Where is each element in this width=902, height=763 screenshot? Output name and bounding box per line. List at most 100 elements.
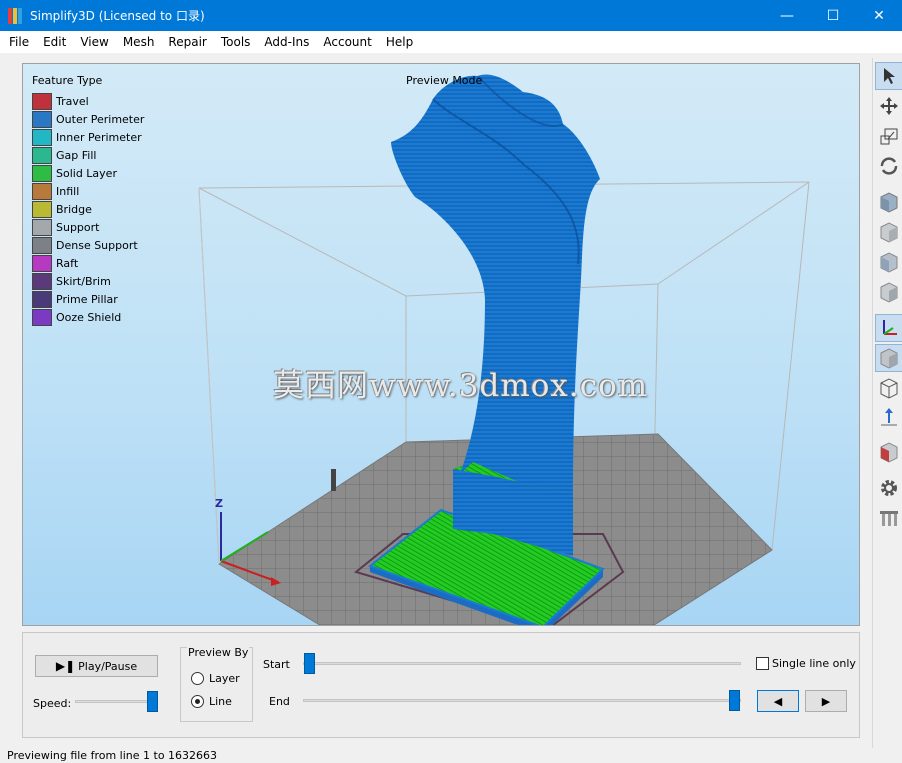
preview-by-layer-radio[interactable]	[191, 672, 204, 685]
legend-item: Infill	[32, 182, 144, 200]
legend-swatch	[32, 290, 52, 308]
legend-label: Prime Pillar	[56, 292, 118, 306]
select-tool-icon[interactable]	[875, 62, 902, 90]
feature-type-legend: Feature Type Travel Outer Perimeter Inner …	[32, 74, 144, 326]
legend-swatch	[32, 92, 52, 110]
menu-repair[interactable]: Repair	[161, 31, 213, 53]
legend-label: Raft	[56, 256, 79, 270]
legend-swatch	[32, 128, 52, 146]
preview-mode-label: Preview Mode	[406, 74, 483, 87]
3d-preview-viewport[interactable]: Z Feature Type Travel Outer Perimeter Inne…	[22, 63, 860, 626]
preview-by-line-label: Line	[209, 695, 232, 708]
status-bar: Previewing file from line 1 to 1632663	[7, 749, 218, 762]
axis-toggle-icon[interactable]	[875, 314, 902, 342]
legend-label: Solid Layer	[56, 166, 117, 180]
play-pause-icon: ▶❚	[55, 659, 76, 673]
legend-swatch	[32, 182, 52, 200]
menu-view[interactable]: View	[73, 31, 115, 53]
legend-item: Prime Pillar	[32, 290, 144, 308]
legend-swatch	[32, 218, 52, 236]
single-line-only-label: Single line only	[772, 657, 856, 670]
speed-slider-thumb[interactable]	[147, 691, 158, 712]
view-back-cube-icon[interactable]	[875, 218, 902, 246]
support-pillars-icon[interactable]	[875, 504, 902, 532]
end-slider-track[interactable]	[303, 699, 741, 702]
legend-swatch	[32, 146, 52, 164]
menu-mesh[interactable]: Mesh	[116, 31, 162, 53]
legend-label: Skirt/Brim	[56, 274, 111, 288]
next-arrow-icon: ▶	[821, 694, 831, 708]
play-pause-label: Play/Pause	[78, 659, 138, 673]
legend-item: Ooze Shield	[32, 308, 144, 326]
legend-swatch	[32, 110, 52, 128]
legend-item: Outer Perimeter	[32, 110, 144, 128]
legend-label: Ooze Shield	[56, 310, 122, 324]
wireframe-cube-icon[interactable]	[875, 374, 902, 402]
preview-by-title: Preview By	[187, 646, 250, 659]
legend-label: Gap Fill	[56, 148, 97, 162]
speed-label: Speed:	[33, 697, 72, 710]
simplify3d-logo-icon	[8, 7, 24, 24]
legend-label: Travel	[56, 94, 89, 108]
legend-item: Support	[32, 218, 144, 236]
watermark: 莫西网www.3dmox.com	[273, 368, 649, 404]
title-bar: Simplify3D (Licensed to 口录) — ☐ ✕	[0, 0, 902, 31]
view-left-cube-icon[interactable]	[875, 248, 902, 276]
prime-marker	[331, 469, 336, 491]
rotate-tool-icon[interactable]	[875, 152, 902, 180]
maximize-button[interactable]: ☐	[810, 0, 856, 31]
legend-swatch	[32, 254, 52, 272]
view-front-cube-icon[interactable]	[875, 188, 902, 216]
view-right-cube-icon[interactable]	[875, 278, 902, 306]
window-title: Simplify3D (Licensed to 口录)	[30, 9, 205, 23]
start-slider-track[interactable]	[303, 662, 741, 665]
scale-tool-icon[interactable]	[875, 122, 902, 150]
end-slider-thumb[interactable]	[729, 690, 740, 711]
start-label: Start	[263, 658, 290, 671]
3d-scene	[198, 74, 810, 625]
legend-item: Raft	[32, 254, 144, 272]
legend-item: Travel	[32, 92, 144, 110]
legend-label: Inner Perimeter	[56, 130, 142, 144]
preview-by-line-radio[interactable]	[191, 695, 204, 708]
legend-label: Infill	[56, 184, 80, 198]
speed-slider-track[interactable]	[75, 700, 157, 703]
menu-add-ins[interactable]: Add-Ins	[257, 31, 316, 53]
menu-edit[interactable]: Edit	[36, 31, 73, 53]
move-tool-icon[interactable]	[875, 92, 902, 120]
legend-item: Solid Layer	[32, 164, 144, 182]
menu-help[interactable]: Help	[379, 31, 420, 53]
right-toolbar	[872, 58, 902, 748]
solid-view-cube-icon[interactable]	[875, 344, 902, 372]
cross-section-icon[interactable]	[875, 404, 902, 432]
play-pause-button[interactable]: ▶❚ Play/Pause	[35, 655, 158, 677]
legend-label: Dense Support	[56, 238, 138, 252]
preview-by-layer-label: Layer	[209, 672, 240, 685]
legend-title: Feature Type	[32, 74, 103, 87]
end-label: End	[269, 695, 290, 708]
menu-tools[interactable]: Tools	[214, 31, 258, 53]
legend-swatch	[32, 308, 52, 326]
legend-label: Support	[56, 220, 100, 234]
menu-account[interactable]: Account	[316, 31, 378, 53]
settings-gear-icon[interactable]	[875, 474, 902, 502]
close-button[interactable]: ✕	[856, 0, 902, 31]
single-line-only-checkbox[interactable]	[756, 657, 769, 670]
z-axis-label: Z	[215, 497, 223, 510]
start-slider-thumb[interactable]	[304, 653, 315, 674]
legend-swatch	[32, 236, 52, 254]
legend-item: Bridge	[32, 200, 144, 218]
legend-swatch	[32, 164, 52, 182]
minimize-button[interactable]: —	[764, 0, 810, 31]
next-line-button[interactable]: ▶	[805, 690, 847, 712]
section-cube-icon[interactable]	[875, 438, 902, 466]
previous-line-button[interactable]: ◀	[757, 690, 799, 712]
menu-bar: File Edit View Mesh Repair Tools Add-Ins…	[0, 31, 902, 53]
legend-swatch	[32, 272, 52, 290]
legend-item: Skirt/Brim	[32, 272, 144, 290]
legend-label: Bridge	[56, 202, 92, 216]
menu-file[interactable]: File	[2, 31, 36, 53]
previous-arrow-icon: ◀	[773, 694, 783, 708]
model-twisted-trunk	[391, 74, 600, 495]
legend-item: Inner Perimeter	[32, 128, 144, 146]
